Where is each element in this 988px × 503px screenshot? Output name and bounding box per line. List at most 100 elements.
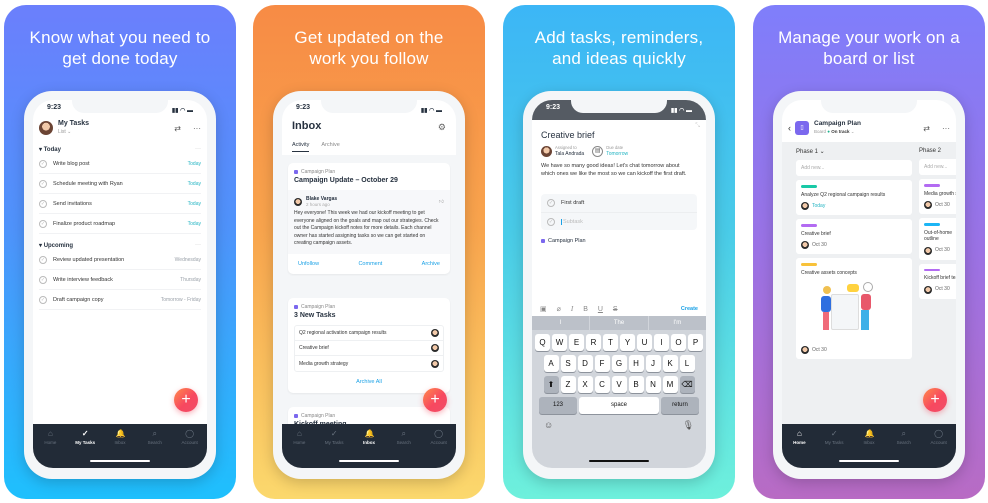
key-f[interactable]: F [594,355,610,372]
key-q[interactable]: Q [535,334,550,351]
tab-my-tasks[interactable]: ✓ My Tasks [819,429,849,468]
tab-inbox[interactable]: 🔔 Inbox [105,429,135,468]
task-row[interactable]: ✓ Send invitations Today [39,194,201,214]
return-key[interactable]: return [661,397,699,414]
microphone-icon[interactable]: 🎙︎ [683,420,694,431]
key-m[interactable]: M [662,376,678,393]
italic-icon[interactable]: I [571,305,573,313]
task-row[interactable]: Q2 regional activation campaign results [295,326,443,341]
task-description[interactable]: We have so many good ideas! Let's chat t… [541,163,688,178]
add-new-input[interactable]: Add new... [796,160,912,176]
comment-button[interactable]: Comment [358,261,382,267]
add-task-button[interactable]: + [423,388,447,412]
key-s[interactable]: S [560,355,576,372]
board-card[interactable]: Creative assets concepts Oct 30 [796,258,912,359]
key-x[interactable]: X [577,376,593,393]
filter-icon[interactable]: ⇄ [174,124,181,133]
check-icon[interactable]: ✓ [39,159,47,168]
add-task-button[interactable]: + [923,388,947,412]
more-icon[interactable]: ··· [193,124,201,133]
key-j[interactable]: J [645,355,661,372]
tab-home[interactable]: ⌂ Home [784,429,814,468]
key-v[interactable]: V [611,376,627,393]
check-icon[interactable]: ✓ [39,255,47,264]
avatar[interactable] [39,121,53,135]
add-new-input[interactable]: Add new... [919,159,956,175]
section-today[interactable]: ▾ Today ··· [39,146,201,153]
tab-search[interactable]: ⌕ Search [889,429,919,468]
tab-home[interactable]: ⌂ Home [284,429,314,468]
archive-button[interactable]: Archive [422,261,440,267]
key-k[interactable]: K [662,355,678,372]
add-task-button[interactable]: + [174,388,198,412]
shift-key[interactable]: ⬆ [543,376,559,393]
board-card[interactable]: Creative brief Oct 30 [796,219,912,254]
underline-icon[interactable]: U [598,306,603,313]
check-icon[interactable]: ✓ [39,295,47,304]
tab-archive[interactable]: Archive [321,142,339,152]
emoji-icon[interactable]: ☺ [544,420,553,431]
space-key[interactable]: space [579,397,659,414]
board-card[interactable]: Analyze Q2 regional campaign results Toda… [796,180,912,215]
key-d[interactable]: D [577,355,593,372]
key-g[interactable]: G [611,355,627,372]
collapse-icon[interactable]: ⤡ [695,123,700,130]
task-row[interactable]: Creative brief [295,341,443,356]
check-icon[interactable]: ✓ [39,199,47,208]
attachment-icon[interactable]: ▣ [540,305,547,313]
key-n[interactable]: N [645,376,661,393]
back-icon[interactable]: ‹ [788,123,791,133]
project-tag[interactable]: Campaign Plan [541,238,586,244]
view-switcher[interactable]: List ⌄ [58,128,89,136]
check-icon[interactable]: ✓ [39,219,47,228]
task-row[interactable]: ✓ Write interview feedback Thursday [39,270,201,290]
key-i[interactable]: I [654,334,669,351]
subtask-input[interactable]: ✓ Subtask [541,212,697,230]
column-title[interactable]: Phase 1 ⌄ [796,148,912,155]
key-c[interactable]: C [594,376,610,393]
key-l[interactable]: L [679,355,695,372]
task-title-input[interactable]: Creative brief [541,130,595,140]
suggestion[interactable]: I [532,316,591,330]
check-icon[interactable]: ✓ [39,179,47,188]
archive-all-button[interactable]: Archive All [294,379,444,385]
column-title[interactable]: Phase 2 [919,148,956,154]
board-card[interactable]: Out-of-home outline Oct 30 [919,218,956,260]
tab-activity[interactable]: Activity [292,142,310,152]
tab-search[interactable]: ⌕ Search [140,429,170,468]
more-icon[interactable]: ··· [942,124,950,133]
key-e[interactable]: E [569,334,584,351]
create-button[interactable]: Create [681,306,698,312]
board-card[interactable]: Kickoff brief teamOct 30 [919,263,956,299]
tab-account[interactable]: ◯ Account [924,429,954,468]
section-upcoming[interactable]: ▾ Upcoming ··· [39,242,201,249]
numbers-key[interactable]: 123 [539,397,577,414]
like-icon[interactable]: 👍︎ [439,199,444,205]
bold-icon[interactable]: B [583,306,588,313]
backspace-key[interactable]: ⌫ [679,376,695,393]
tab-account[interactable]: ◯ Account [424,429,454,468]
paperclip-icon[interactable]: ⌀ [557,305,561,313]
inbox-card-new-tasks[interactable]: Campaign Plan 3 New Tasks Q2 regional ac… [288,298,450,393]
task-row[interactable]: Media growth strategy [295,356,443,371]
suggestion[interactable]: The [590,316,649,330]
filter-icon[interactable]: ⇄ [923,124,930,133]
key-z[interactable]: Z [560,376,576,393]
key-u[interactable]: U [637,334,652,351]
task-row[interactable]: ✓ Write blog post Today [39,154,201,174]
tab-my-tasks[interactable]: ✓ My Tasks [70,429,100,468]
task-row[interactable]: ✓ Finalize product roadmap Today [39,214,201,234]
key-w[interactable]: W [552,334,567,351]
key-t[interactable]: T [603,334,618,351]
strikethrough-icon[interactable]: S [613,306,618,313]
tab-inbox[interactable]: 🔔 Inbox [354,429,384,468]
task-row[interactable]: ✓ Draft campaign copy Tomorrow - Friday [39,290,201,310]
tab-home[interactable]: ⌂ Home [35,429,65,468]
key-h[interactable]: H [628,355,644,372]
key-p[interactable]: P [688,334,703,351]
tab-search[interactable]: ⌕ Search [389,429,419,468]
key-r[interactable]: R [586,334,601,351]
key-o[interactable]: O [671,334,686,351]
assignee-field[interactable]: Assigned to Tala Andrada [541,145,584,157]
gear-icon[interactable]: ⚙ [438,122,446,133]
